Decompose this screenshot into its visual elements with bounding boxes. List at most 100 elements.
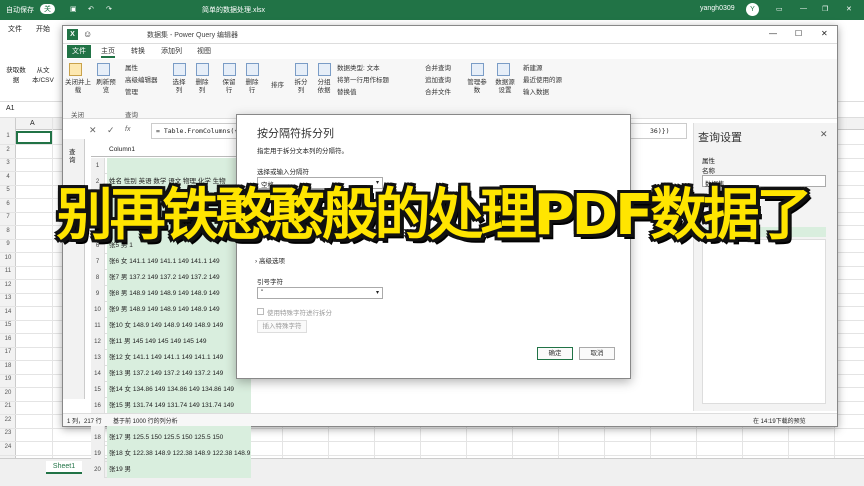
pq-minimize-icon[interactable]: — [769,29,777,38]
special-chars-checkbox[interactable] [257,308,264,315]
keep-rows-button[interactable]: 保留行 [221,79,237,95]
redo-icon[interactable]: ↷ [106,5,112,13]
row-number[interactable]: 17 [0,349,16,355]
cell-value[interactable] [107,158,251,174]
table-row[interactable]: 15 张14 女 134.86 149 134.86 149 134.86 149 [91,382,251,398]
append-queries-button[interactable]: 追加查询 [425,74,451,84]
quote-select[interactable]: " ▾ [257,287,383,299]
menu-home[interactable]: 开始 [36,24,50,34]
cell-value[interactable]: 张18 女 122.38 148.9 122.38 148.9 122.38 1… [107,446,251,462]
row-number[interactable]: 6 [0,201,16,207]
settings-close-icon[interactable]: ✕ [820,129,828,140]
cell-value[interactable]: 张12 女 141.1 149 141.1 149 141.1 149 [107,350,251,366]
cell-value[interactable]: 张15 男 131.74 149 131.74 149 131.74 149 [107,398,251,414]
row-number[interactable]: 21 [0,403,16,409]
advanced-editor-button[interactable]: 高级编辑器 [125,74,158,84]
sort-button[interactable]: 排序 [271,79,284,89]
selected-cell[interactable] [16,131,52,144]
maximize-icon[interactable]: ❐ [822,5,828,13]
close-icon[interactable]: ✕ [846,5,852,13]
row-number[interactable]: 11 [0,268,16,274]
remove-rows-button[interactable]: 删除行 [244,79,260,95]
table-row[interactable]: 14 张13 男 137.2 149 137.2 149 137.2 149 [91,366,251,382]
table-row[interactable]: 9 张8 男 148.9 149 148.9 149 148.9 149 [91,286,251,302]
sheet-tab[interactable]: Sheet1 [46,461,82,474]
table-row[interactable]: 10 张9 男 148.9 149 148.9 149 148.9 149 [91,302,251,318]
row-number[interactable]: 19 [0,376,16,382]
pq-close-icon[interactable]: ✕ [821,29,828,38]
cell-value[interactable]: 张8 男 148.9 149 148.9 149 148.9 149 [107,286,251,302]
row-number[interactable]: 18 [0,363,16,369]
formula-cancel-icon[interactable]: ✕ [89,125,97,136]
row-number[interactable]: 1 [0,133,16,139]
column-header[interactable]: Column1 [91,144,251,157]
save-icon[interactable]: ▣ [70,5,77,13]
row-number[interactable]: 10 [0,255,16,261]
cell-value[interactable]: 张14 女 134.86 149 134.86 149 134.86 149 [107,382,251,398]
cell-value[interactable]: 张10 女 148.9 149 148.9 149 148.9 149 [107,318,251,334]
formula-accept-icon[interactable]: ✓ [107,125,115,136]
recent-sources-button[interactable]: 最近使用的源 [523,74,562,84]
data-type-dropdown[interactable]: 数据类型: 文本 [337,62,380,72]
table-row[interactable]: 8 张7 男 137.2 149 137.2 149 137.2 149 [91,270,251,286]
enter-data-button[interactable]: 输入数据 [523,86,549,96]
row-number[interactable]: 22 [0,417,16,423]
table-row[interactable]: 1 [91,158,251,174]
table-row[interactable]: 13 张12 女 141.1 149 141.1 149 141.1 149 [91,350,251,366]
row-number[interactable]: 5 [0,187,16,193]
tab-home[interactable]: 主页 [101,46,115,58]
row-number[interactable]: 8 [0,228,16,234]
merge-queries-button[interactable]: 合并查询 [425,62,451,72]
manage-button[interactable]: 管理 [125,86,138,96]
row-number[interactable]: 9 [0,241,16,247]
minimize-icon[interactable]: — [800,5,807,12]
row-number[interactable]: 20 [0,390,16,396]
row-number[interactable]: 3 [0,160,16,166]
row-number[interactable]: 13 [0,295,16,301]
menu-file[interactable]: 文件 [8,24,22,34]
cell-value[interactable]: 张19 男 [107,462,251,478]
combine-files-button[interactable]: 合并文件 [425,86,451,96]
cell-value[interactable]: 张6 女 141.1 149 141.1 149 141.1 149 [107,254,251,270]
replace-values-button[interactable]: 替换值 [337,86,357,96]
name-box[interactable]: A1 [6,105,15,112]
ribbon-display-icon[interactable]: ▭ [776,5,783,13]
pq-maximize-icon[interactable]: ☐ [795,29,802,38]
row-number[interactable]: 14 [0,309,16,315]
cell-value[interactable]: 张13 男 137.2 149 137.2 149 137.2 149 [107,366,251,382]
properties-button[interactable]: 属性 [125,62,138,72]
table-row[interactable]: 19 张18 女 122.38 148.9 122.38 148.9 122.38… [91,446,251,462]
table-row[interactable]: 18 张17 男 125.5 150 125.5 150 125.5 150 [91,430,251,446]
row-number[interactable]: 4 [0,174,16,180]
manage-params-button[interactable]: 管理参数 [467,79,487,95]
tab-transform[interactable]: 转换 [131,46,145,56]
ok-button[interactable]: 确定 [537,347,573,360]
undo-icon[interactable]: ↶ [88,5,94,13]
split-column-button[interactable]: 拆分列 [293,79,309,95]
avatar[interactable]: Y [746,3,759,16]
cancel-button[interactable]: 取消 [579,347,615,360]
row-number[interactable]: 16 [0,336,16,342]
row-number[interactable]: 2 [0,147,16,153]
queries-pane-collapsed[interactable]: 查询 [63,139,85,399]
smiley-icon[interactable]: ☺ [83,29,92,39]
status-profile[interactable]: 基于前 1000 行的列分析 [113,416,178,425]
cell-value[interactable]: 张17 男 125.5 150 125.5 150 125.5 150 [107,430,251,446]
column-a-header[interactable]: A [30,120,35,127]
insert-special-char-button[interactable]: 插入特殊字符 [257,320,307,333]
cell-value[interactable]: 张7 男 137.2 149 137.2 149 137.2 149 [107,270,251,286]
close-upload-button[interactable]: 关闭并上载 [65,79,91,95]
cell-value[interactable]: 张9 男 148.9 149 148.9 149 148.9 149 [107,302,251,318]
tab-add-column[interactable]: 添加列 [161,46,182,56]
data-source-settings-button[interactable]: 数据源设置 [493,79,517,95]
table-row[interactable]: 20 张19 男 [91,462,251,478]
table-row[interactable]: 7 张6 女 141.1 149 141.1 149 141.1 149 [91,254,251,270]
advanced-options-toggle[interactable]: › 高级选项 [255,255,285,265]
autosave-toggle[interactable]: 关 [40,4,55,14]
new-source-button[interactable]: 新建源 [523,62,543,72]
choose-columns-button[interactable]: 选择列 [171,79,187,95]
refresh-preview-button[interactable]: 刷新预览 [95,79,117,95]
from-csv-button[interactable]: 从文本/CSV [30,64,56,84]
tab-file[interactable]: 文件 [67,45,91,58]
row-number[interactable]: 7 [0,214,16,220]
